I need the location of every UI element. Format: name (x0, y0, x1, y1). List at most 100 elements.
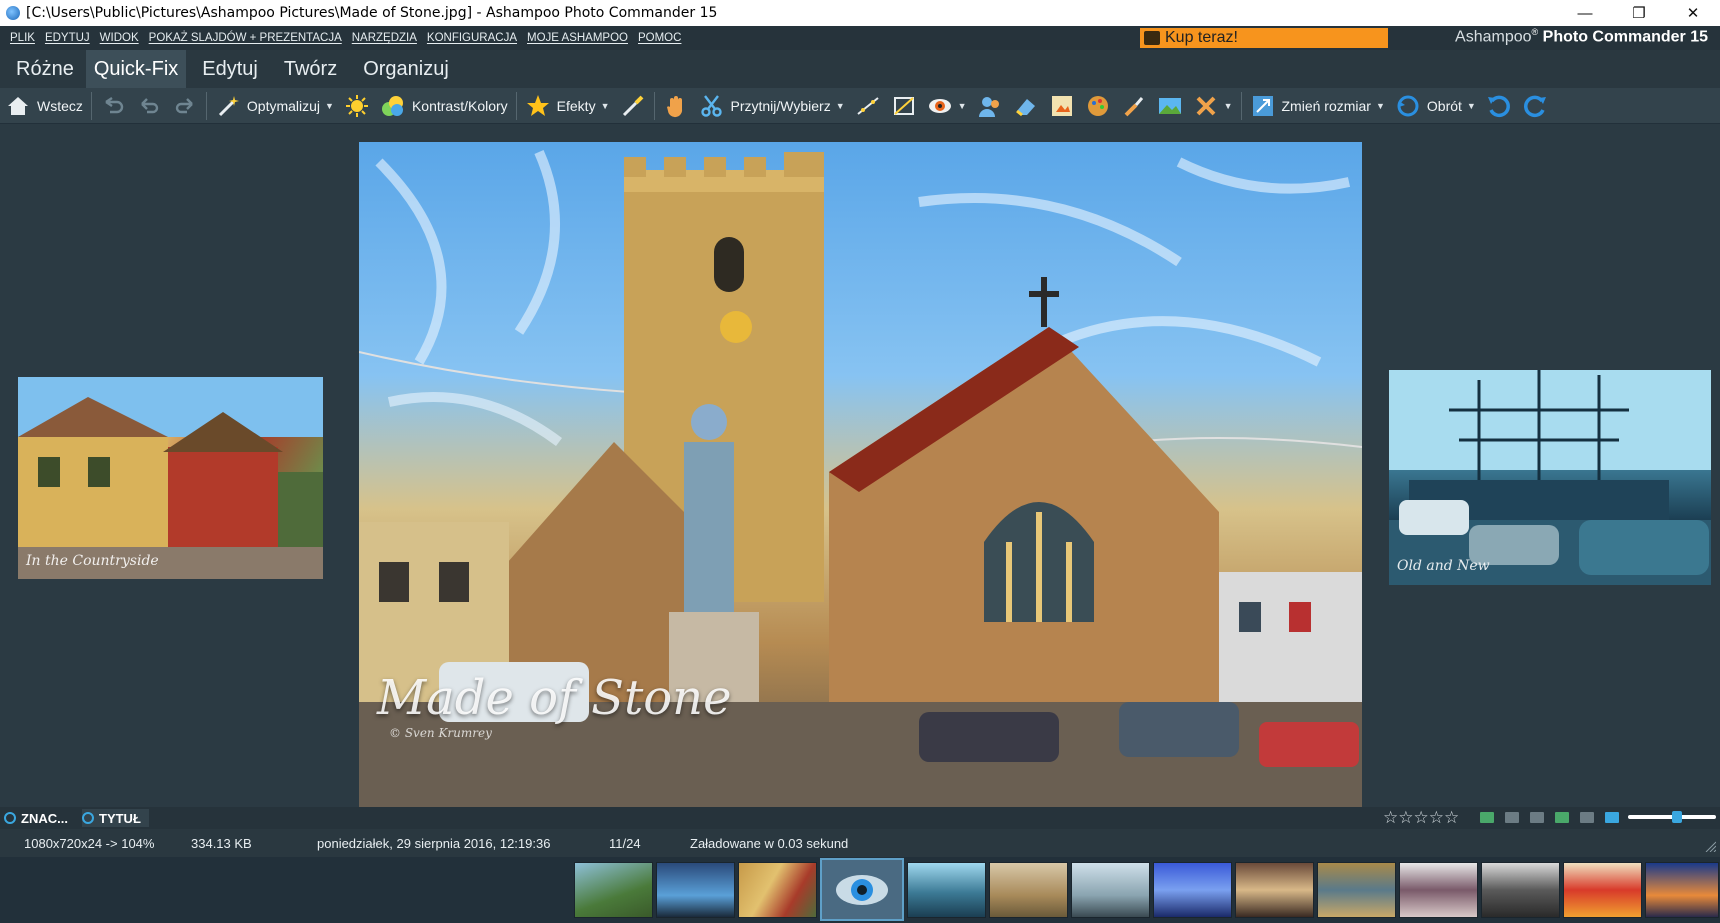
portrait-button[interactable] (972, 88, 1008, 124)
marks-toggle[interactable]: ZNAC... (4, 809, 68, 827)
frame-button[interactable] (1044, 88, 1080, 124)
rotate-label: Obrót (1426, 97, 1462, 114)
magic-wand-icon (215, 93, 241, 119)
undo-button[interactable] (131, 88, 167, 124)
landscape-button[interactable] (1152, 88, 1188, 124)
resize-grip-icon[interactable] (1704, 840, 1716, 852)
back-button[interactable]: Wstecz (0, 88, 88, 124)
previous-image[interactable]: In the Countryside (18, 377, 323, 579)
rotate-right-button[interactable] (1517, 88, 1553, 124)
menu-slideshow[interactable]: POKAŻ SLAJDÓW + PREZENTACJA (149, 32, 342, 44)
menu-edit[interactable]: EDYTUJ (45, 32, 90, 44)
paintbrush-icon (1121, 93, 1147, 119)
eraser-icon (1013, 93, 1039, 119)
film-thumbnail[interactable] (1317, 862, 1396, 918)
view-actual-icon[interactable] (1505, 812, 1519, 823)
red-eye-button[interactable]: ▼ (922, 88, 972, 124)
close-button[interactable]: ✕ (1666, 0, 1720, 26)
menu-help[interactable]: POMOC (638, 32, 681, 44)
zoom-slider[interactable] (1628, 811, 1716, 823)
labels-bar: ZNAC... TYTUŁ (0, 807, 1720, 829)
window-controls: — ❐ ✕ (1558, 0, 1720, 26)
menu-my-ashampoo[interactable]: MOJE ASHAMPOO (527, 32, 628, 44)
view-compare-icon[interactable] (1555, 812, 1569, 823)
next-image[interactable]: Old and New (1389, 370, 1711, 585)
view-fullscreen-icon[interactable] (1605, 812, 1619, 823)
hand-icon (663, 93, 689, 119)
perspective-button[interactable] (886, 88, 922, 124)
perspective-icon (891, 93, 917, 119)
cart-icon (1144, 31, 1160, 45)
brand-name: Ashampoo (1455, 28, 1532, 46)
film-thumbnail[interactable] (989, 862, 1068, 918)
title-label: TYTUŁ (99, 810, 141, 826)
undo-all-icon (100, 93, 126, 119)
tab-quick-fix[interactable]: Quick-Fix (85, 50, 187, 88)
main-photo[interactable]: Made of Stone © Sven Krumrey (359, 142, 1362, 810)
film-thumbnail[interactable] (907, 862, 986, 918)
contrast-colors-button[interactable]: Kontrast/Kolory (375, 88, 513, 124)
right-image-caption: Old and New (1397, 558, 1490, 574)
maximize-button[interactable]: ❐ (1612, 0, 1666, 26)
pan-button[interactable] (658, 88, 694, 124)
film-thumbnail[interactable] (1071, 862, 1150, 918)
buy-now-button[interactable]: Kup teraz! (1140, 28, 1388, 48)
title-bar: [C:\Users\Public\Pictures\Ashampoo Pictu… (0, 0, 1720, 26)
view-fill-icon[interactable] (1530, 812, 1544, 823)
retouch-button[interactable] (1008, 88, 1044, 124)
film-thumbnail[interactable] (1399, 862, 1478, 918)
star-rating[interactable]: ☆☆☆☆☆ (1383, 809, 1459, 826)
film-thumbnail-selected[interactable] (820, 858, 904, 921)
tools-button[interactable]: ▼ (1188, 88, 1238, 124)
film-thumbnail[interactable] (1481, 862, 1560, 918)
sun-icon (344, 93, 370, 119)
menu-tools[interactable]: NARZĘDZIA (352, 32, 417, 44)
optimize-button[interactable]: Optymalizuj ▼ (210, 88, 339, 124)
paint-button[interactable] (1116, 88, 1152, 124)
toolbar-separator (205, 91, 207, 120)
film-thumbnail[interactable] (574, 862, 653, 918)
film-thumbnail[interactable] (738, 862, 817, 918)
undo-all-button[interactable] (95, 88, 131, 124)
resize-icon (1250, 93, 1276, 119)
rotate-left-button[interactable] (1481, 88, 1517, 124)
chevron-down-icon: ▼ (600, 100, 610, 111)
resize-button[interactable]: Zmień rozmiar ▼ (1245, 88, 1390, 124)
minimize-button[interactable]: — (1558, 0, 1612, 26)
rating-stars[interactable]: ☆☆☆☆☆ (1383, 809, 1459, 826)
film-thumbnail[interactable] (1235, 862, 1314, 918)
rotate-button[interactable]: Obrót ▼ (1390, 88, 1481, 124)
tab-create[interactable]: Twórz (274, 50, 347, 88)
film-thumbnail[interactable] (1153, 862, 1232, 918)
landscape-icon (1157, 93, 1183, 119)
chevron-down-icon: ▼ (835, 100, 845, 111)
film-thumbnail[interactable] (656, 862, 735, 918)
image-viewer[interactable]: In the Countryside Made of Stone © Sven … (0, 125, 1720, 810)
view-next-icon[interactable] (1580, 812, 1594, 823)
menu-configuration[interactable]: KONFIGURACJA (427, 32, 517, 44)
crop-select-button[interactable]: Przytnij/Wybierz ▼ (694, 88, 850, 124)
film-thumbnail[interactable] (1645, 862, 1719, 918)
frame-icon (1049, 93, 1075, 119)
tab-misc[interactable]: Różne (6, 50, 84, 88)
buy-now-label: Kup teraz! (1165, 29, 1238, 46)
view-fit-icon[interactable] (1480, 812, 1494, 823)
straighten-button[interactable] (850, 88, 886, 124)
rotate-right-icon (1522, 93, 1548, 119)
chevron-down-icon: ▼ (1466, 100, 1476, 111)
palette-button[interactable] (1080, 88, 1116, 124)
tab-edit[interactable]: Edytuj (192, 50, 268, 88)
redo-button[interactable] (167, 88, 203, 124)
brand-logo: Ashampoo® Photo Commander 15 (1455, 27, 1708, 46)
brightness-button[interactable] (339, 88, 375, 124)
menu-file[interactable]: PLIK (10, 32, 35, 44)
tab-organize[interactable]: Organizuj (353, 50, 459, 88)
view-options (1480, 812, 1630, 823)
zoom-slider-handle[interactable] (1672, 811, 1682, 823)
brush-button[interactable] (615, 88, 651, 124)
toolbar-separator (90, 91, 92, 120)
menu-view[interactable]: WIDOK (100, 32, 139, 44)
film-thumbnail[interactable] (1563, 862, 1642, 918)
title-toggle[interactable]: TYTUŁ (82, 809, 149, 827)
effects-button[interactable]: Efekty ▼ (520, 88, 615, 124)
